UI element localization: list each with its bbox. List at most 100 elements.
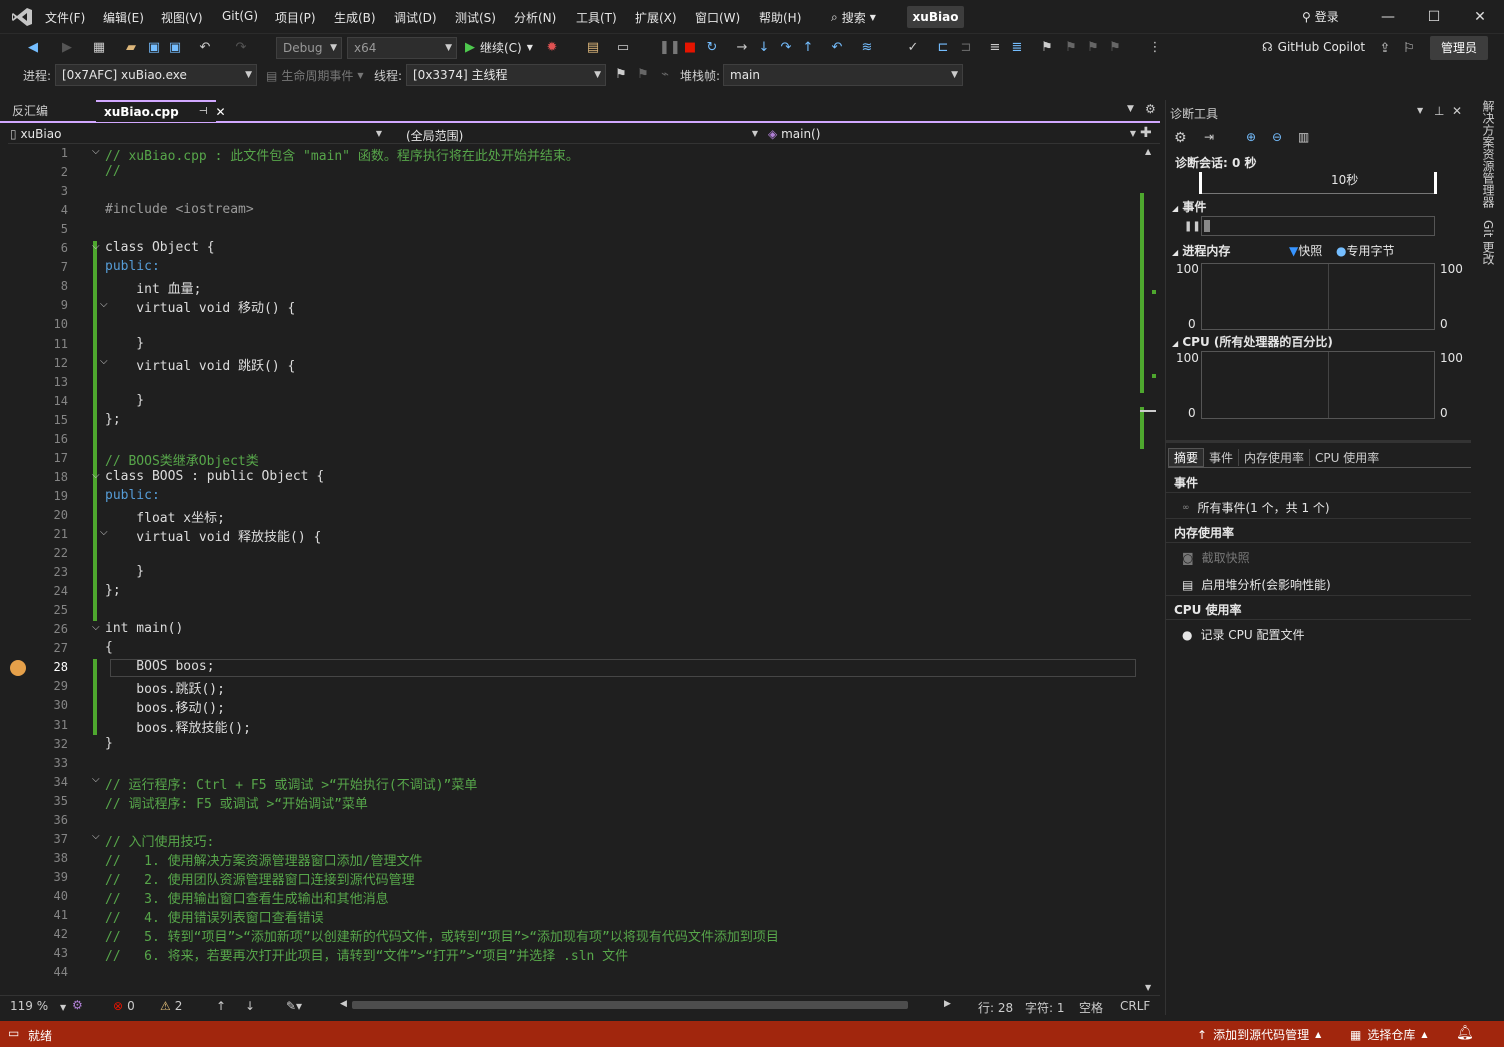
fold-toggle-icon[interactable]: ⌵	[92, 241, 100, 252]
close-window-button[interactable]: ✕	[1460, 4, 1500, 30]
settings-icon[interactable]: ⚙	[1174, 130, 1187, 146]
pause-icon[interactable]: ❚❚	[659, 39, 681, 57]
flag-all-icon[interactable]: ⚑	[634, 66, 652, 84]
settings-icon[interactable]: ⚙	[1145, 102, 1156, 116]
zoom-out-icon[interactable]: ⊖	[1272, 130, 1282, 144]
visual-studio-logo-icon[interactable]	[11, 7, 33, 27]
code-line[interactable]: BOOS boos;	[105, 659, 214, 674]
pin-icon[interactable]: ⊣	[199, 101, 208, 123]
hot-reload-icon[interactable]: ✹	[543, 39, 561, 57]
show-next-statement-icon[interactable]: →	[733, 39, 751, 57]
split-editor-icon[interactable]: ✚	[1140, 125, 1152, 141]
all-events-link[interactable]: ∞ 所有事件(1 个，共 1 个)	[1182, 499, 1330, 516]
export-icon[interactable]: ⇥	[1204, 130, 1214, 144]
code-line[interactable]: //	[105, 164, 121, 179]
events-track[interactable]	[1201, 216, 1435, 236]
flag-thread-icon[interactable]: ⚑	[612, 66, 630, 84]
fold-toggle-icon[interactable]: ⌵	[100, 299, 108, 310]
continue-button[interactable]: ▶ 继续(C) ▼	[465, 39, 533, 56]
code-line[interactable]: public:	[105, 488, 160, 503]
timeline-end-handle[interactable]	[1434, 172, 1437, 194]
project-dropdown[interactable]: ▯ xuBiao ▼	[10, 127, 382, 141]
horizontal-scrollbar-thumb[interactable]	[352, 1001, 908, 1009]
vertical-scrollbar[interactable]: ▲ ▼	[1140, 145, 1156, 995]
code-line[interactable]: public:	[105, 259, 160, 274]
zoom-select[interactable]: 119 % ▼	[10, 999, 66, 1013]
take-snapshot-button[interactable]: ◙ 截取快照	[1182, 549, 1250, 566]
menu-analyze[interactable]: 分析(N)	[514, 9, 556, 26]
bookmark-icon[interactable]: ⚑	[1038, 39, 1056, 57]
fold-toggle-icon[interactable]: ⌵	[92, 622, 100, 633]
prev-bookmark-icon[interactable]: ⚑	[1062, 39, 1080, 57]
zoom-in-icon[interactable]: ⊕	[1246, 130, 1256, 144]
menu-file[interactable]: 文件(F)	[45, 9, 85, 26]
fold-toggle-icon[interactable]: ⌵	[92, 831, 100, 842]
process-icon[interactable]: ▤	[584, 39, 602, 57]
line-ending-status[interactable]: CRLF	[1120, 999, 1150, 1013]
clear-bookmark-icon[interactable]: ⚑	[1106, 39, 1124, 57]
undo-step-icon[interactable]: ↶	[828, 39, 846, 57]
scroll-right-icon[interactable]: ▶	[944, 999, 951, 1009]
member-dropdown[interactable]: ◈ main() ▼	[768, 127, 1136, 141]
scroll-down-icon[interactable]: ▼	[1145, 983, 1151, 992]
next-bookmark-icon[interactable]: ⚑	[1084, 39, 1102, 57]
thread-select[interactable]: [0x3374] 主线程 ▼	[406, 64, 606, 86]
code-line[interactable]: // 调试程序: F5 或调试 >“开始调试”菜单	[105, 793, 368, 812]
restart-icon[interactable]: ↻	[703, 39, 721, 57]
record-cpu-button[interactable]: ● 记录 CPU 配置文件	[1182, 626, 1305, 643]
stackframe-select[interactable]: main ▼	[723, 64, 963, 86]
tab-cpu-usage[interactable]: CPU 使用率	[1310, 449, 1384, 466]
menu-git[interactable]: Git(G)	[222, 9, 258, 23]
code-line[interactable]: float x坐标;	[105, 507, 225, 526]
fold-toggle-icon[interactable]: ⌵	[92, 470, 100, 481]
search-button[interactable]: ⌕ 搜索 ▼	[831, 9, 876, 26]
fold-toggle-icon[interactable]: ⌵	[92, 774, 100, 785]
code-line[interactable]: boos.释放技能();	[105, 717, 251, 736]
diagnostics-icon[interactable]: ≋	[858, 39, 876, 57]
scope-dropdown[interactable]: (全局范围) ▼	[406, 127, 758, 144]
chart-icon[interactable]: ▥	[1298, 130, 1309, 144]
code-line[interactable]: // 入门使用技巧:	[105, 831, 214, 850]
maximize-button[interactable]: ☐	[1414, 4, 1454, 30]
menu-extensions[interactable]: 扩展(X)	[635, 9, 677, 26]
timeline-ruler[interactable]: 10秒	[1199, 172, 1437, 194]
lifecycle-events-button[interactable]: ▤ 生命周期事件 ▼	[266, 67, 364, 84]
select-repo-button[interactable]: ▦ 选择仓库 ▲	[1350, 1026, 1428, 1043]
save-all-icon[interactable]: ▣	[166, 39, 184, 57]
events-section-header[interactable]: ◢ 事件	[1172, 198, 1206, 215]
tab-memory-usage[interactable]: 内存使用率	[1239, 449, 1311, 466]
configuration-select[interactable]: Debug ▼	[276, 37, 342, 59]
cpu-section-header[interactable]: ◢ CPU (所有处理器的百分比)	[1172, 333, 1333, 350]
next-issue-icon[interactable]: ↓	[245, 999, 255, 1013]
code-line[interactable]: #include <iostream>	[105, 202, 254, 217]
add-to-source-control-button[interactable]: ↑ 添加到源代码管理 ▲	[1197, 1026, 1321, 1043]
code-line[interactable]: // 1. 使用解决方案资源管理器窗口添加/管理文件	[105, 850, 422, 869]
open-folder-icon[interactable]: ▰	[122, 39, 140, 57]
menu-view[interactable]: 视图(V)	[161, 9, 203, 26]
forward-icon[interactable]: ▶	[58, 39, 76, 57]
menu-debug[interactable]: 调试(D)	[394, 9, 437, 26]
close-icon[interactable]: ✕	[1452, 104, 1462, 118]
menu-test[interactable]: 测试(S)	[455, 9, 496, 26]
error-count[interactable]: ⊗ 0	[113, 999, 135, 1013]
notification-bell-icon[interactable]: 🔔︎	[1456, 1025, 1474, 1041]
git-changes-tab[interactable]: Git 更改	[1480, 220, 1497, 265]
pause-icon[interactable]: ❚❚	[1184, 221, 1201, 232]
close-icon[interactable]: ✕	[215, 101, 225, 123]
tab-list-icon[interactable]: ▼	[1127, 104, 1134, 114]
comment-icon[interactable]: ⊏	[934, 39, 952, 57]
warning-count[interactable]: ⚠ 2	[160, 999, 182, 1013]
output-icon[interactable]: ▭	[8, 1026, 19, 1040]
code-line[interactable]: virtual void 移动() {	[105, 297, 295, 316]
indentation-status[interactable]: 空格	[1079, 999, 1103, 1016]
code-line[interactable]: // 4. 使用错误列表窗口查看错误	[105, 907, 324, 926]
panel-menu-icon[interactable]: ▼	[1417, 106, 1423, 115]
github-copilot-button[interactable]: ☊ GitHub Copilot	[1262, 40, 1365, 54]
screen-icon[interactable]: ▭	[614, 39, 632, 57]
filter-icon[interactable]: ⌁	[656, 66, 674, 84]
timeline-start-handle[interactable]	[1199, 172, 1202, 194]
step-into-icon[interactable]: ↓	[755, 39, 773, 57]
code-line[interactable]: int main()	[105, 621, 183, 636]
code-line[interactable]: virtual void 释放技能() {	[105, 526, 321, 545]
share-icon[interactable]: ⇪	[1376, 40, 1394, 58]
